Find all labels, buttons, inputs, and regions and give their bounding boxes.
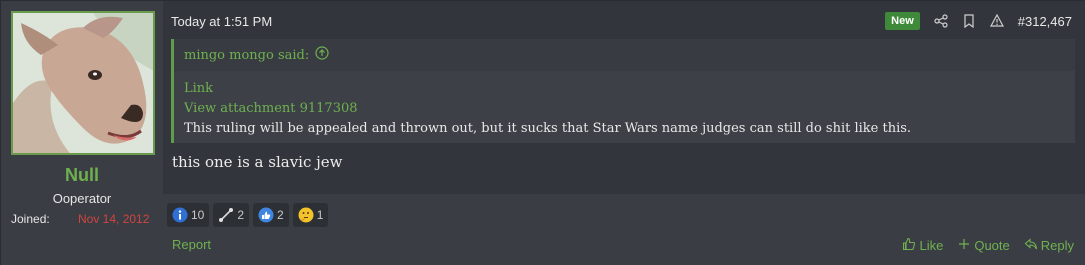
reactions-bar: 10 2 2 1 [167,203,329,227]
username[interactable]: Null [1,165,163,186]
reaction-like[interactable]: 2 [253,203,289,227]
reaction-count: 2 [237,208,245,222]
reply-label: Reply [1040,238,1074,253]
new-badge: New [885,12,920,30]
avatar[interactable] [11,11,155,155]
reaction-count: 2 [277,208,284,222]
quote-attachment-link[interactable]: View attachment 9117308 [184,99,1065,119]
bookmark-icon[interactable] [962,14,976,29]
share-icon[interactable] [934,14,948,28]
quote-header[interactable]: mingo mongo said: [174,39,1075,71]
plus-icon [957,237,971,254]
post-actions: New #312,467 [885,11,1072,31]
joined-date: Nov 14, 2012 [78,212,150,226]
user-cell: Null Ooperator Joined: Nov 14, 2012 [1,1,163,265]
quote-label: Quote [974,238,1010,253]
reaction-count: 10 [191,208,205,222]
quote-button[interactable]: Quote [957,237,1010,254]
reaction-thinking[interactable]: 1 [292,203,329,227]
post-message: this one is a slavic jew [172,153,343,171]
post-container: Null Ooperator Joined: Nov 14, 2012 Toda… [0,0,1085,265]
warning-icon[interactable] [989,13,1004,28]
thumbs-up-icon [258,207,274,223]
like-label: Like [919,238,944,253]
arrow-up-circle-icon[interactable] [315,46,329,64]
reaction-count: 1 [316,208,324,222]
post-timestamp[interactable]: Today at 1:51 PM [171,14,272,29]
informative-icon [172,207,188,223]
user-title: Ooperator [52,191,112,206]
quote-block: mingo mongo said: Link View attachment 9… [171,39,1075,143]
thinking-icon [298,207,314,223]
joined-label: Joined: [11,212,50,226]
quote-body: Link View attachment 9117308 This ruling… [174,71,1075,139]
reaction-informative[interactable]: 10 [167,203,210,227]
quote-author[interactable]: mingo mongo said: [184,48,309,63]
quote-text: This ruling will be appealed and thrown … [184,121,912,136]
footer-actions: Like Quote Reply [902,237,1074,254]
autistic-icon [218,207,234,223]
report-link[interactable]: Report [172,237,211,252]
reply-button[interactable]: Reply [1024,237,1074,254]
post-number[interactable]: #312,467 [1018,14,1072,29]
like-button[interactable]: Like [902,237,943,254]
thumbs-up-outline-icon [902,237,916,254]
reply-icon [1024,237,1038,254]
quote-link[interactable]: Link [184,79,1065,99]
reaction-autistic[interactable]: 2 [213,203,250,227]
